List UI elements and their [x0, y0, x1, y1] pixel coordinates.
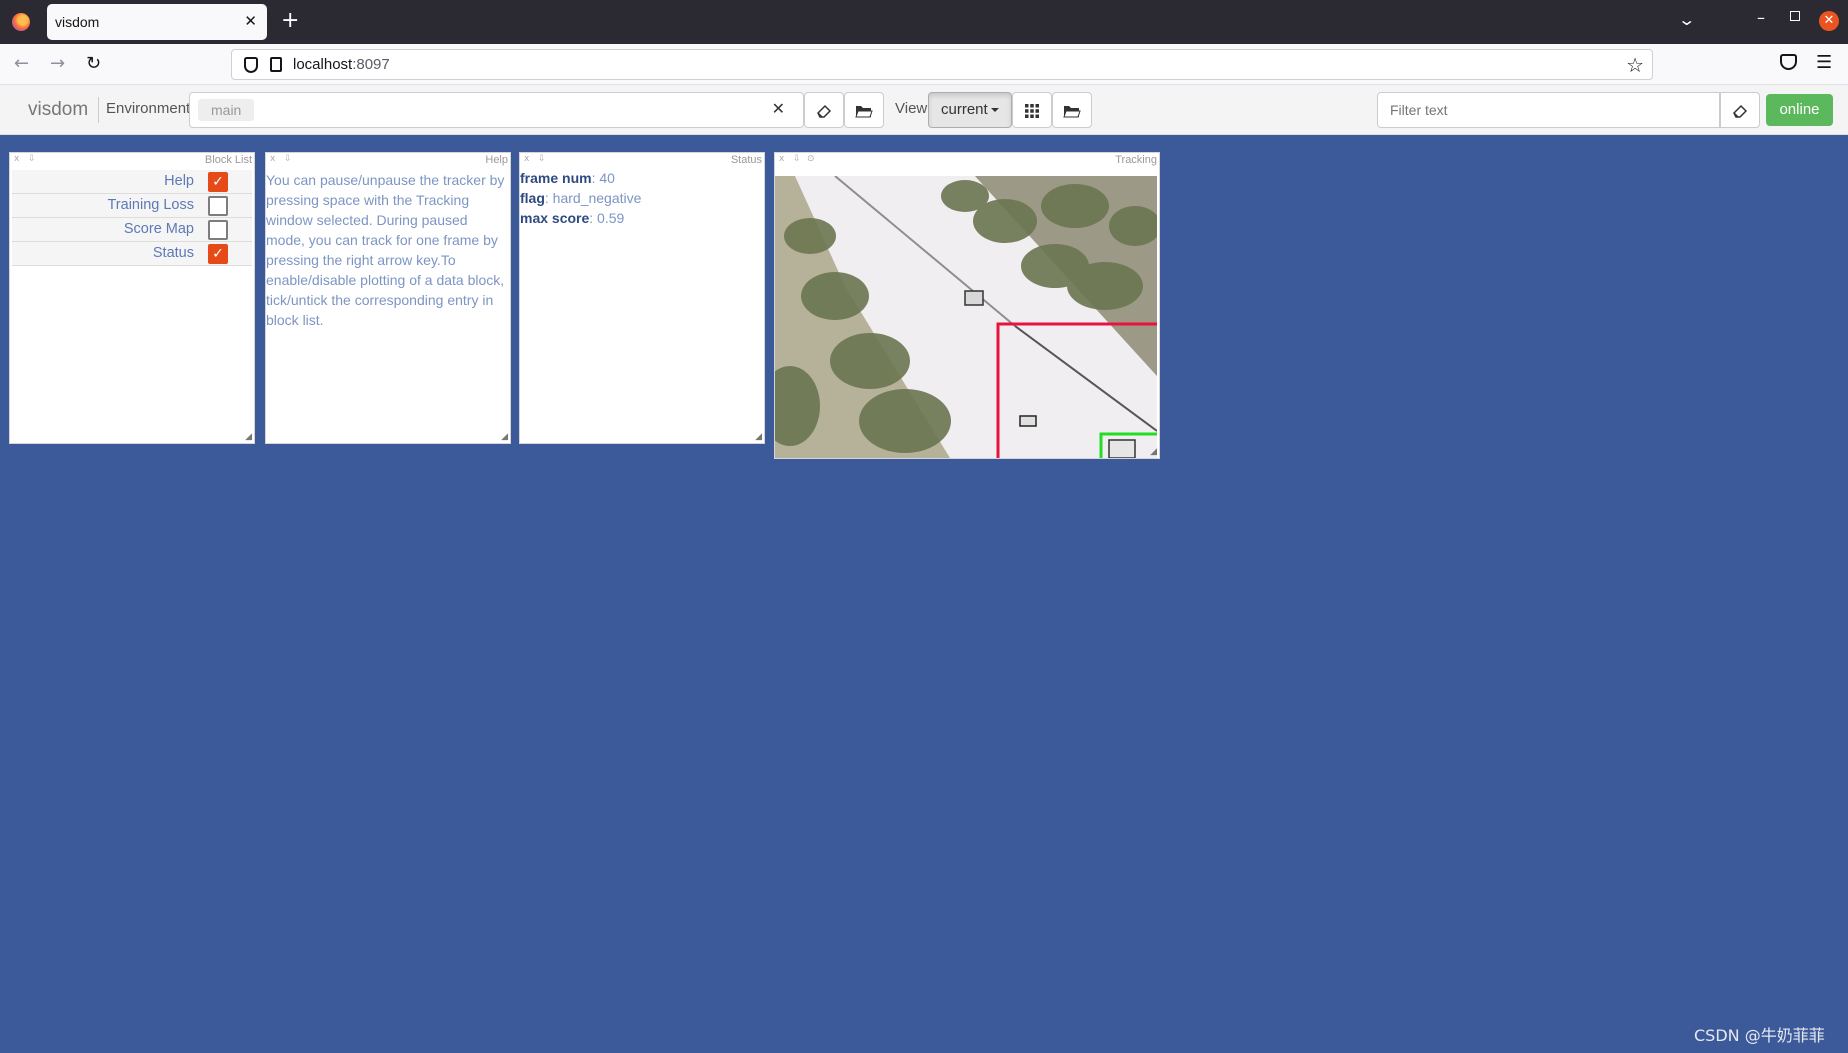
block-list-item: Training Loss — [12, 194, 252, 218]
url-host: localhost — [293, 56, 353, 73]
connection-status-button[interactable]: online — [1766, 94, 1833, 126]
eraser-icon — [1733, 104, 1748, 118]
pane-titlebar[interactable]: x ⇩ Status — [520, 153, 764, 169]
pane-tracking[interactable]: x ⇩ ⊙ Tracking ◢ — [774, 152, 1160, 459]
status-value: : 0.59 — [589, 210, 625, 226]
block-list-item-label: Training Loss — [107, 197, 194, 213]
pane-save-icon[interactable]: ⇩ — [284, 154, 292, 164]
block-list-checkbox[interactable]: ✓ — [208, 244, 228, 264]
status-frame-num: frame num: 40 — [520, 170, 615, 186]
pane-title: Block List — [204, 154, 252, 166]
maximize-icon[interactable] — [1790, 11, 1800, 21]
pane-titlebar[interactable]: x ⇩ Help — [266, 153, 510, 169]
manage-env-button[interactable] — [844, 92, 884, 128]
resize-icon[interactable]: ◢ — [1150, 447, 1157, 457]
eraser-icon — [817, 104, 832, 118]
status-value: : hard_negative — [544, 190, 642, 206]
block-list-item: Help ✓ — [12, 170, 252, 194]
pane-block-list[interactable]: x ⇩ Block List Help ✓ Training Loss Scor… — [9, 152, 255, 444]
pocket-icon[interactable] — [1780, 54, 1797, 70]
reload-icon[interactable]: ↻ — [86, 53, 101, 74]
status-value: : 40 — [591, 170, 615, 186]
folder-icon — [855, 105, 873, 117]
folder-icon — [1063, 105, 1081, 117]
block-list-item: Status ✓ — [12, 242, 252, 266]
repack-layout-button[interactable] — [1012, 92, 1052, 128]
block-list-item-label: Status — [152, 245, 194, 261]
view-label: View — [895, 100, 928, 117]
pane-title: Status — [730, 154, 762, 166]
visdom-toolbar: visdom Environment main ✕ View current F… — [0, 85, 1848, 135]
pane-close-icon[interactable]: x — [14, 154, 19, 164]
caret-down-icon — [990, 108, 999, 113]
new-tab-button[interactable]: + — [281, 8, 299, 33]
view-value: current — [941, 101, 988, 118]
status-key: max score — [520, 210, 590, 226]
watermark: CSDN @牛奶菲菲 — [1694, 1026, 1825, 1045]
block-list-checkbox[interactable] — [208, 220, 228, 240]
pane-titlebar[interactable]: x ⇩ ⊙ Tracking — [775, 153, 1159, 169]
tab-list-chevron-icon[interactable]: ⌄ — [1677, 10, 1696, 29]
back-arrow-icon[interactable]: ← — [14, 53, 29, 74]
pane-titlebar[interactable]: x ⇩ Block List — [10, 153, 254, 169]
pane-help[interactable]: x ⇩ Help You can pause/unpause the track… — [265, 152, 511, 444]
checkmark-icon: ✓ — [212, 246, 224, 262]
pane-status[interactable]: x ⇩ Status frame num: 40 flag: hard_nega… — [519, 152, 765, 444]
page-icon[interactable] — [270, 57, 282, 72]
pane-save-icon[interactable]: ⇩ — [538, 154, 546, 164]
block-list-checkbox[interactable]: ✓ — [208, 172, 228, 192]
pane-camera-icon[interactable]: ⊙ — [807, 154, 815, 164]
url-port: :8097 — [352, 56, 390, 73]
pane-save-icon[interactable]: ⇩ — [28, 154, 36, 164]
checkmark-icon: ✓ — [212, 174, 224, 190]
shield-icon[interactable] — [244, 57, 258, 73]
block-list-item-label: Help — [164, 173, 194, 189]
firefox-logo-icon — [12, 13, 30, 31]
pane-title: Help — [485, 154, 508, 166]
divider — [98, 97, 99, 123]
filter-text-input[interactable] — [1377, 92, 1720, 128]
clear-filter-button[interactable] — [1720, 92, 1760, 128]
pane-close-icon[interactable]: x — [779, 154, 784, 164]
resize-icon[interactable]: ◢ — [245, 432, 252, 442]
browser-navbar: ← → ↻ localhost:8097 ☆ ☰ — [0, 44, 1848, 85]
pane-save-icon[interactable]: ⇩ — [793, 154, 801, 164]
manage-views-button[interactable] — [1052, 92, 1092, 128]
pane-close-icon[interactable]: x — [524, 154, 529, 164]
clear-environment-icon[interactable]: ✕ — [772, 99, 785, 118]
forward-arrow-icon[interactable]: → — [50, 53, 65, 74]
tracking-frame-image — [775, 176, 1157, 458]
block-list-item-label: Score Map — [123, 221, 194, 237]
pane-close-icon[interactable]: x — [270, 154, 275, 164]
star-icon[interactable]: ☆ — [1626, 53, 1644, 77]
url-bar[interactable]: localhost:8097 ☆ — [231, 49, 1653, 80]
resize-icon[interactable]: ◢ — [501, 432, 508, 442]
block-list-checkbox[interactable] — [208, 196, 228, 216]
clear-env-button[interactable] — [804, 92, 844, 128]
window-close-icon[interactable]: ✕ — [1819, 11, 1839, 31]
environment-select[interactable]: main ✕ — [189, 92, 804, 128]
pane-title: Tracking — [1115, 154, 1157, 166]
url-text[interactable]: localhost:8097 — [293, 56, 390, 73]
status-key: flag — [520, 190, 545, 206]
block-list-item: Score Map — [12, 218, 252, 242]
help-text: You can pause/unpause the tracker by pre… — [266, 172, 505, 328]
browser-tab-visdom[interactable]: visdom ✕ — [47, 4, 267, 40]
environment-tag[interactable]: main — [198, 99, 255, 121]
grid-icon — [1025, 103, 1039, 118]
status-flag: flag: hard_negative — [520, 190, 641, 206]
environment-label: Environment — [106, 100, 191, 117]
browser-titlebar: visdom ✕ + ⌄ – ✕ — [0, 0, 1848, 44]
view-dropdown[interactable]: current — [928, 92, 1012, 128]
brand-logo[interactable]: visdom — [28, 99, 88, 121]
menu-icon[interactable]: ☰ — [1816, 52, 1832, 73]
tab-title: visdom — [55, 14, 100, 30]
minimize-icon[interactable]: – — [1757, 8, 1765, 27]
tab-close-icon[interactable]: ✕ — [244, 12, 257, 30]
status-max-score: max score: 0.59 — [520, 210, 624, 226]
resize-icon[interactable]: ◢ — [755, 432, 762, 442]
status-key: frame num — [520, 170, 592, 186]
